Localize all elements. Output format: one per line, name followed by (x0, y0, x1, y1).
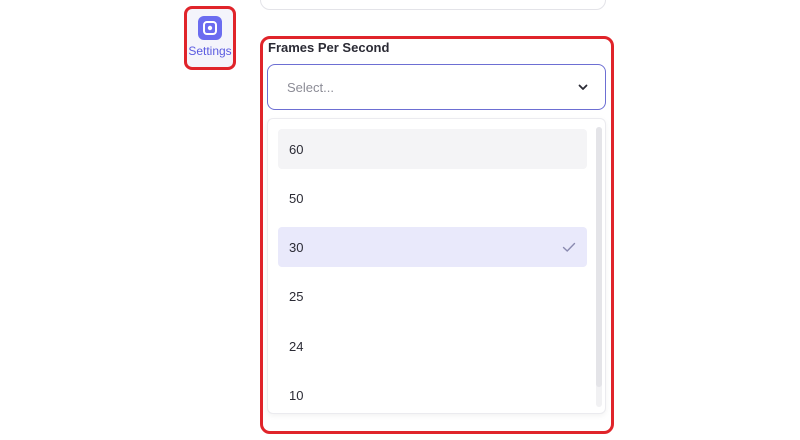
select-placeholder: Select... (287, 80, 334, 95)
sidebar-item-settings[interactable]: Settings (184, 6, 236, 70)
option-label: 25 (289, 289, 304, 304)
screen: Settings Frames Per Second Select... 60 … (0, 0, 800, 440)
sidebar-item-label: Settings (188, 44, 232, 58)
option-50[interactable]: 50 (278, 178, 587, 218)
option-10[interactable]: 10 (278, 375, 587, 413)
check-icon (562, 242, 576, 252)
fps-field-label: Frames Per Second (268, 40, 390, 55)
option-30[interactable]: 30 (278, 227, 587, 267)
previous-card (260, 0, 606, 10)
fps-dropdown-list: 60 50 30 25 24 10 (267, 118, 606, 414)
option-label: 24 (289, 339, 304, 354)
option-label: 50 (289, 191, 304, 206)
scrollbar-thumb[interactable] (596, 127, 602, 387)
option-label: 30 (289, 240, 304, 255)
dropdown-scrollbar[interactable] (596, 127, 602, 407)
option-25[interactable]: 25 (278, 276, 587, 316)
option-24[interactable]: 24 (278, 326, 587, 366)
chevron-down-icon (578, 84, 588, 90)
option-label: 10 (289, 388, 304, 403)
option-label: 60 (289, 142, 304, 157)
settings-icon (198, 16, 222, 40)
option-60[interactable]: 60 (278, 129, 587, 169)
fps-select[interactable]: Select... (267, 64, 606, 110)
